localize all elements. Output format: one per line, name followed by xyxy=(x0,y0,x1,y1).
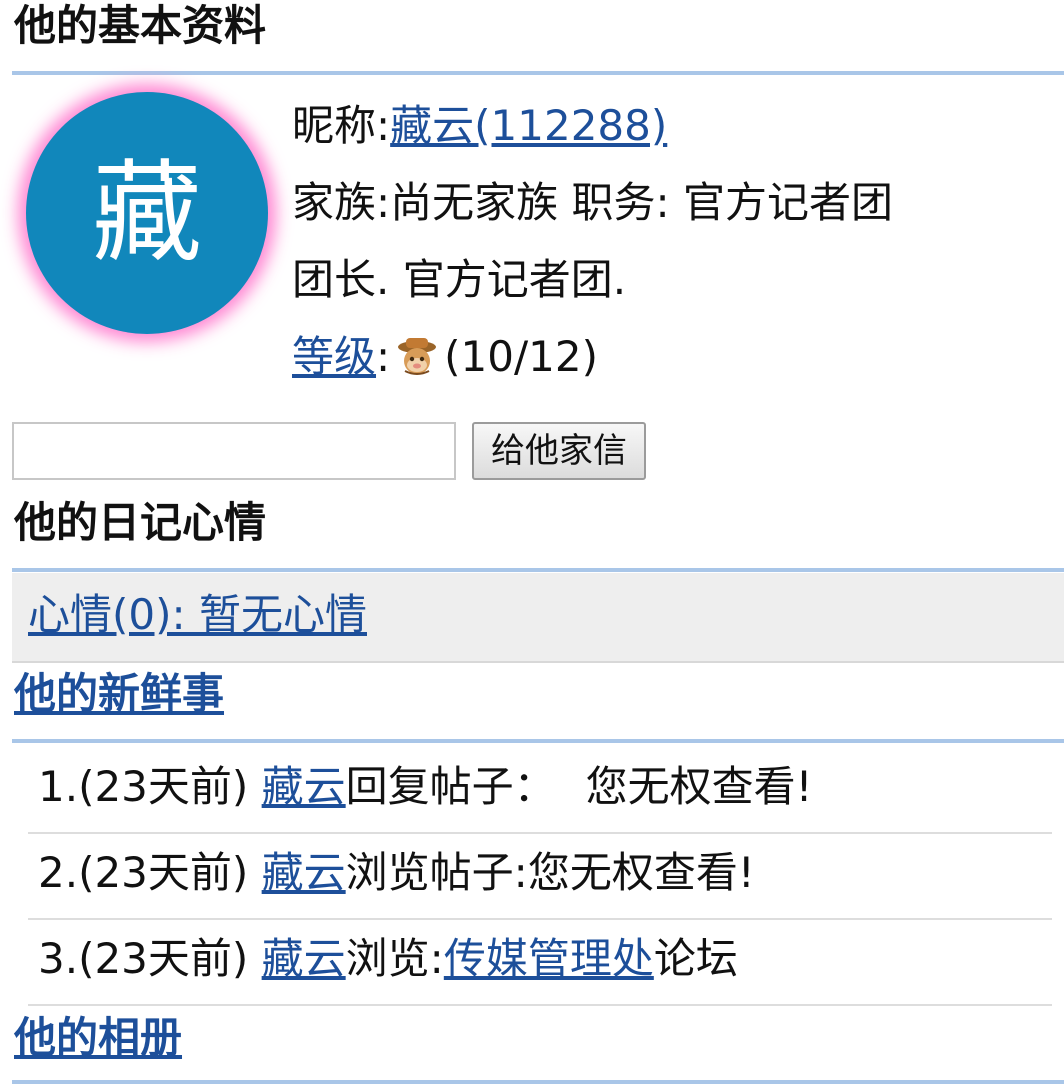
feed-item-detail: 您无权查看! xyxy=(585,762,813,811)
feed-section-divider xyxy=(12,739,1064,743)
feed-section-link[interactable]: 他的新鲜事 xyxy=(14,669,224,718)
feed-item: 3.(23天前) 藏云浏览:传媒管理处论坛 xyxy=(28,918,1052,1006)
feed-section-title[interactable]: 他的新鲜事 xyxy=(14,668,224,720)
level-link[interactable]: 等级 xyxy=(292,332,376,381)
feed-item-text: 2.(23天前) 藏云浏览帖子:您无权查看! xyxy=(38,844,755,902)
profile-page: 他的基本资料 藏 昵称:藏云(112288) 家族:尚无家族 职务: 官方记者团… xyxy=(0,0,1064,1084)
feed-item: 1.(23天前) 藏云回复帖子： 您无权查看! xyxy=(28,746,1052,834)
family-row-continued: 团长. 官方记者团. xyxy=(292,255,627,304)
avatar-character: 藏 xyxy=(92,149,202,277)
send-message-button[interactable]: 给他家信 xyxy=(472,422,646,480)
diary-section-title: 他的日记心情 xyxy=(14,498,267,547)
mood-bar: 心情(0): 暂无心情 xyxy=(12,573,1064,663)
monkey-hat-icon xyxy=(390,334,444,376)
diary-section-divider xyxy=(12,568,1064,572)
album-section-title[interactable]: 他的相册 xyxy=(14,1012,182,1064)
album-section-divider xyxy=(12,1080,1064,1084)
feed-user-link[interactable]: 藏云 xyxy=(262,934,346,983)
profile-section-title: 他的基本资料 xyxy=(14,1,267,50)
feed-item-detail: 您无权查看! xyxy=(527,848,755,897)
feed-item-time: 3.(23天前) xyxy=(38,934,262,983)
nickname-row: 昵称:藏云(112288) xyxy=(292,97,667,155)
feed-item-suffix: 论坛 xyxy=(653,934,738,983)
message-input[interactable] xyxy=(12,422,456,480)
family-row: 家族:尚无家族 职务: 官方记者团 xyxy=(292,178,894,227)
feed-item-action: 浏览帖子: xyxy=(345,848,528,897)
feed-item-time: 1.(23天前) xyxy=(38,762,262,811)
profile-section-divider xyxy=(12,71,1064,75)
level-value: (10/12) xyxy=(444,332,598,381)
mood-link[interactable]: 心情(0): 暂无心情 xyxy=(28,587,367,643)
level-colon: : xyxy=(376,332,391,381)
feed-item-action: 浏览: xyxy=(345,934,444,983)
feed-item-time: 2.(23天前) xyxy=(38,848,262,897)
feed-forum-link[interactable]: 传媒管理处 xyxy=(444,934,654,983)
nickname-label: 昵称: xyxy=(292,101,391,150)
feed-item: 2.(23天前) 藏云浏览帖子:您无权查看! xyxy=(28,832,1052,920)
feed-user-link[interactable]: 藏云 xyxy=(262,762,346,811)
feed-item-action: 回复帖子： xyxy=(345,762,556,811)
album-section-link[interactable]: 他的相册 xyxy=(14,1013,182,1062)
avatar: 藏 xyxy=(26,92,268,334)
nickname-link[interactable]: 藏云(112288) xyxy=(390,101,667,150)
feed-item-text: 1.(23天前) 藏云回复帖子： 您无权查看! xyxy=(38,758,813,816)
level-row: 等级: (10/12) xyxy=(292,328,598,386)
feed-user-link[interactable]: 藏云 xyxy=(262,848,346,897)
feed-item-text: 3.(23天前) 藏云浏览:传媒管理处论坛 xyxy=(38,930,738,988)
